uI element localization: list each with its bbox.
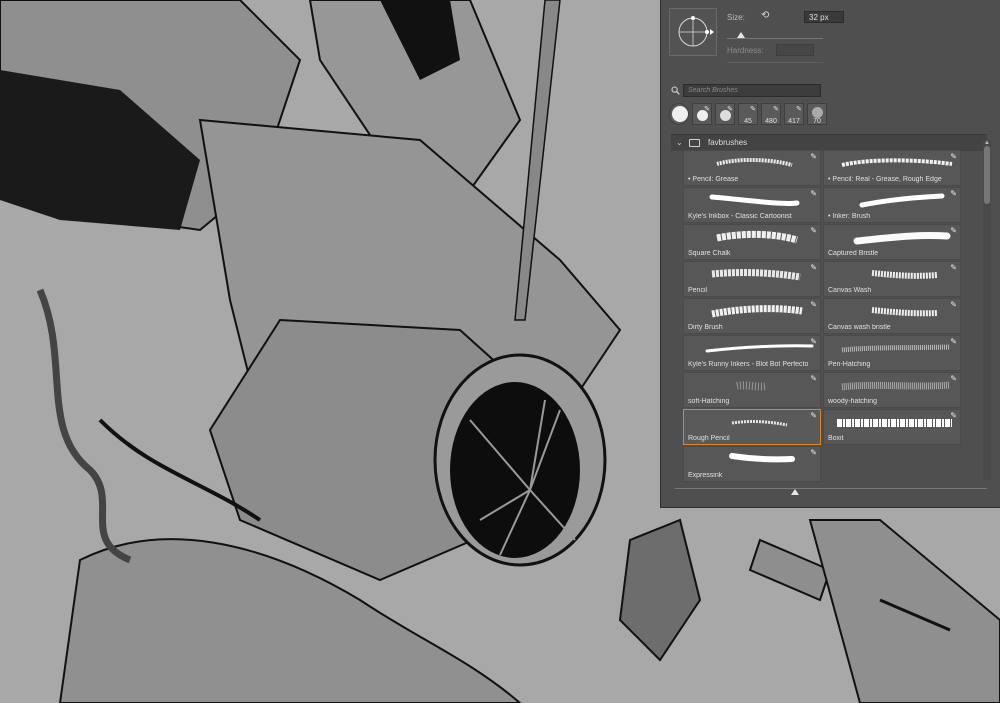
folder-name: favbrushes [708, 138, 748, 147]
recent-brush-swatch[interactable]: ✎ [715, 103, 735, 125]
brush-stroke-preview [731, 420, 788, 427]
brush-stroke-preview [859, 193, 945, 208]
brush-stroke-preview [729, 453, 795, 463]
brush-stroke-preview [716, 157, 793, 167]
hardness-label: Hardness: [727, 46, 764, 55]
folder-icon [689, 139, 700, 147]
brush-grid: ✎ • Pencil: Grease ✎ • Pencil: Real - Gr… [683, 150, 983, 482]
pen-icon: ✎ [810, 226, 817, 235]
recent-brush-swatch[interactable]: ✎ 417 [784, 103, 804, 125]
recent-brushes-row: ✎ ✎ ✎ 45 ✎ 480 ✎ 417 70 [669, 103, 999, 129]
brush-item[interactable]: ✎ Kyle's Runny Inkers - Blot Bot Perfect… [683, 335, 821, 371]
brush-item[interactable]: ✎ Dirty Brush [683, 298, 821, 334]
pen-icon: ✎ [950, 226, 957, 235]
brush-item[interactable]: ✎ Boxit [823, 409, 961, 445]
search-brushes-input[interactable]: Search Brushes [683, 84, 821, 97]
brush-item[interactable]: ✎ • Inker: Brush [823, 187, 961, 223]
pen-icon: ✎ [810, 189, 817, 198]
thumbnail-size-slider[interactable] [675, 488, 987, 489]
pen-icon: ✎ [950, 152, 957, 161]
brush-item[interactable]: ✎ Pencil [683, 261, 821, 297]
pen-icon: ✎ [950, 263, 957, 272]
pen-icon: ✎ [750, 106, 756, 113]
pen-icon: ✎ [810, 411, 817, 420]
recent-brush-swatch[interactable]: 70 [807, 103, 827, 125]
size-label: Size: [727, 13, 745, 22]
recent-brush-swatch[interactable] [669, 103, 689, 125]
pen-icon: ✎ [773, 106, 779, 113]
size-slider-track[interactable] [727, 38, 823, 39]
brush-item-selected[interactable]: ✎ Rough Pencil [683, 409, 821, 445]
scrollbar-thumb[interactable] [984, 146, 990, 204]
pen-icon: ✎ [810, 337, 817, 346]
brush-stroke-preview [871, 307, 938, 317]
pen-icon: ✎ [796, 106, 802, 113]
helmet-visor [450, 382, 580, 558]
brush-item[interactable]: ✎ woody-hatching [823, 372, 961, 408]
pen-icon: ✎ [704, 106, 710, 113]
brush-stroke-preview [716, 230, 799, 244]
brush-angle-icon [678, 16, 714, 47]
brush-stroke-preview [841, 344, 951, 353]
brush-item[interactable]: ✎ Kyle's Inkbox - Classic Cartoonist [683, 187, 821, 223]
brush-stroke-preview [841, 381, 951, 391]
brush-stroke-preview [871, 270, 938, 279]
pen-icon: ✎ [810, 300, 817, 309]
recent-brush-swatch[interactable]: ✎ 480 [761, 103, 781, 125]
pen-icon: ✎ [950, 374, 957, 383]
brush-item[interactable]: ✎ • Pencil: Real - Grease, Rough Edge [823, 150, 961, 186]
pen-icon: ✎ [950, 411, 957, 420]
brush-item[interactable]: ✎ Pen-Hatching [823, 335, 961, 371]
brush-item[interactable]: ✎ Expressink [683, 446, 821, 482]
brush-folder-header[interactable]: ⌄ favbrushes [671, 134, 987, 151]
brush-stroke-preview [709, 194, 800, 206]
pen-icon: ✎ [950, 189, 957, 198]
size-slider-thumb[interactable] [737, 32, 745, 38]
recent-brush-swatch[interactable]: ✎ [692, 103, 712, 125]
brush-stroke-preview [705, 344, 814, 353]
hardness-slider-track[interactable] [727, 62, 823, 63]
pen-icon: ✎ [810, 448, 817, 457]
pen-icon: ✎ [950, 300, 957, 309]
pen-icon: ✎ [810, 263, 817, 272]
brush-item[interactable]: ✎ Square Chalk [683, 224, 821, 260]
brush-stroke-preview [853, 231, 951, 245]
thumbnail-size-slider-thumb[interactable] [791, 489, 799, 495]
size-input[interactable]: 32 px [804, 11, 844, 23]
search-icon [671, 86, 680, 95]
hardness-input[interactable] [776, 44, 814, 56]
brush-list-scrollbar[interactable]: ▲ [983, 140, 991, 480]
brush-item[interactable]: ✎ Canvas Wash [823, 261, 961, 297]
reset-size-icon[interactable]: ⟲ [761, 10, 771, 21]
chevron-down-icon[interactable]: ⌄ [676, 138, 683, 147]
brush-stroke-preview [711, 269, 801, 281]
brush-item[interactable]: ✎ Canvas wash bristle [823, 298, 961, 334]
brush-stroke-preview [736, 381, 768, 391]
pen-icon: ✎ [727, 106, 733, 113]
brush-stroke-preview [711, 305, 803, 318]
brush-tip-preview[interactable] [669, 8, 717, 56]
pen-icon: ✎ [810, 374, 817, 383]
brush-preset-panel: Size: ⟲ 32 px Hardness: Search Brushes ✎… [660, 0, 1000, 508]
brush-item[interactable]: ✎ • Pencil: Grease [683, 150, 821, 186]
pen-icon: ✎ [810, 152, 817, 161]
brush-item[interactable]: ✎ soft-Hatching [683, 372, 821, 408]
brush-stroke-preview [837, 419, 952, 427]
brush-stroke-preview [841, 158, 953, 167]
recent-brush-swatch[interactable]: ✎ 45 [738, 103, 758, 125]
brush-item[interactable]: ✎ Captured Bristle [823, 224, 961, 260]
pen-icon: ✎ [950, 337, 957, 346]
